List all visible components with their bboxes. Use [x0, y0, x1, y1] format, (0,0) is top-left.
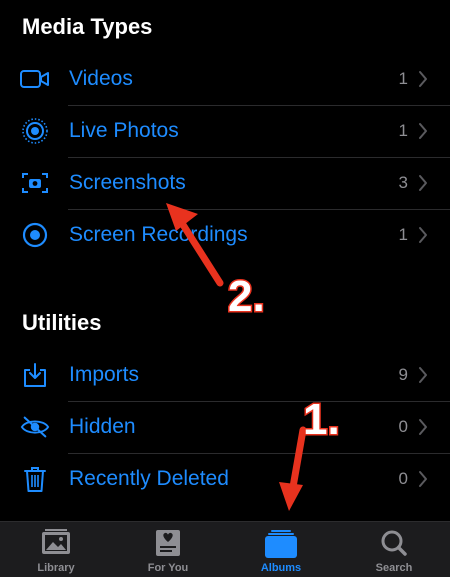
arrow-to-albums-tab: [279, 426, 307, 511]
arrow-to-screenshots: [166, 203, 224, 287]
annotation-step-1: 1.: [302, 394, 342, 446]
annotation-step-2: 2.: [227, 271, 267, 323]
annotation-arrows: [166, 203, 307, 511]
